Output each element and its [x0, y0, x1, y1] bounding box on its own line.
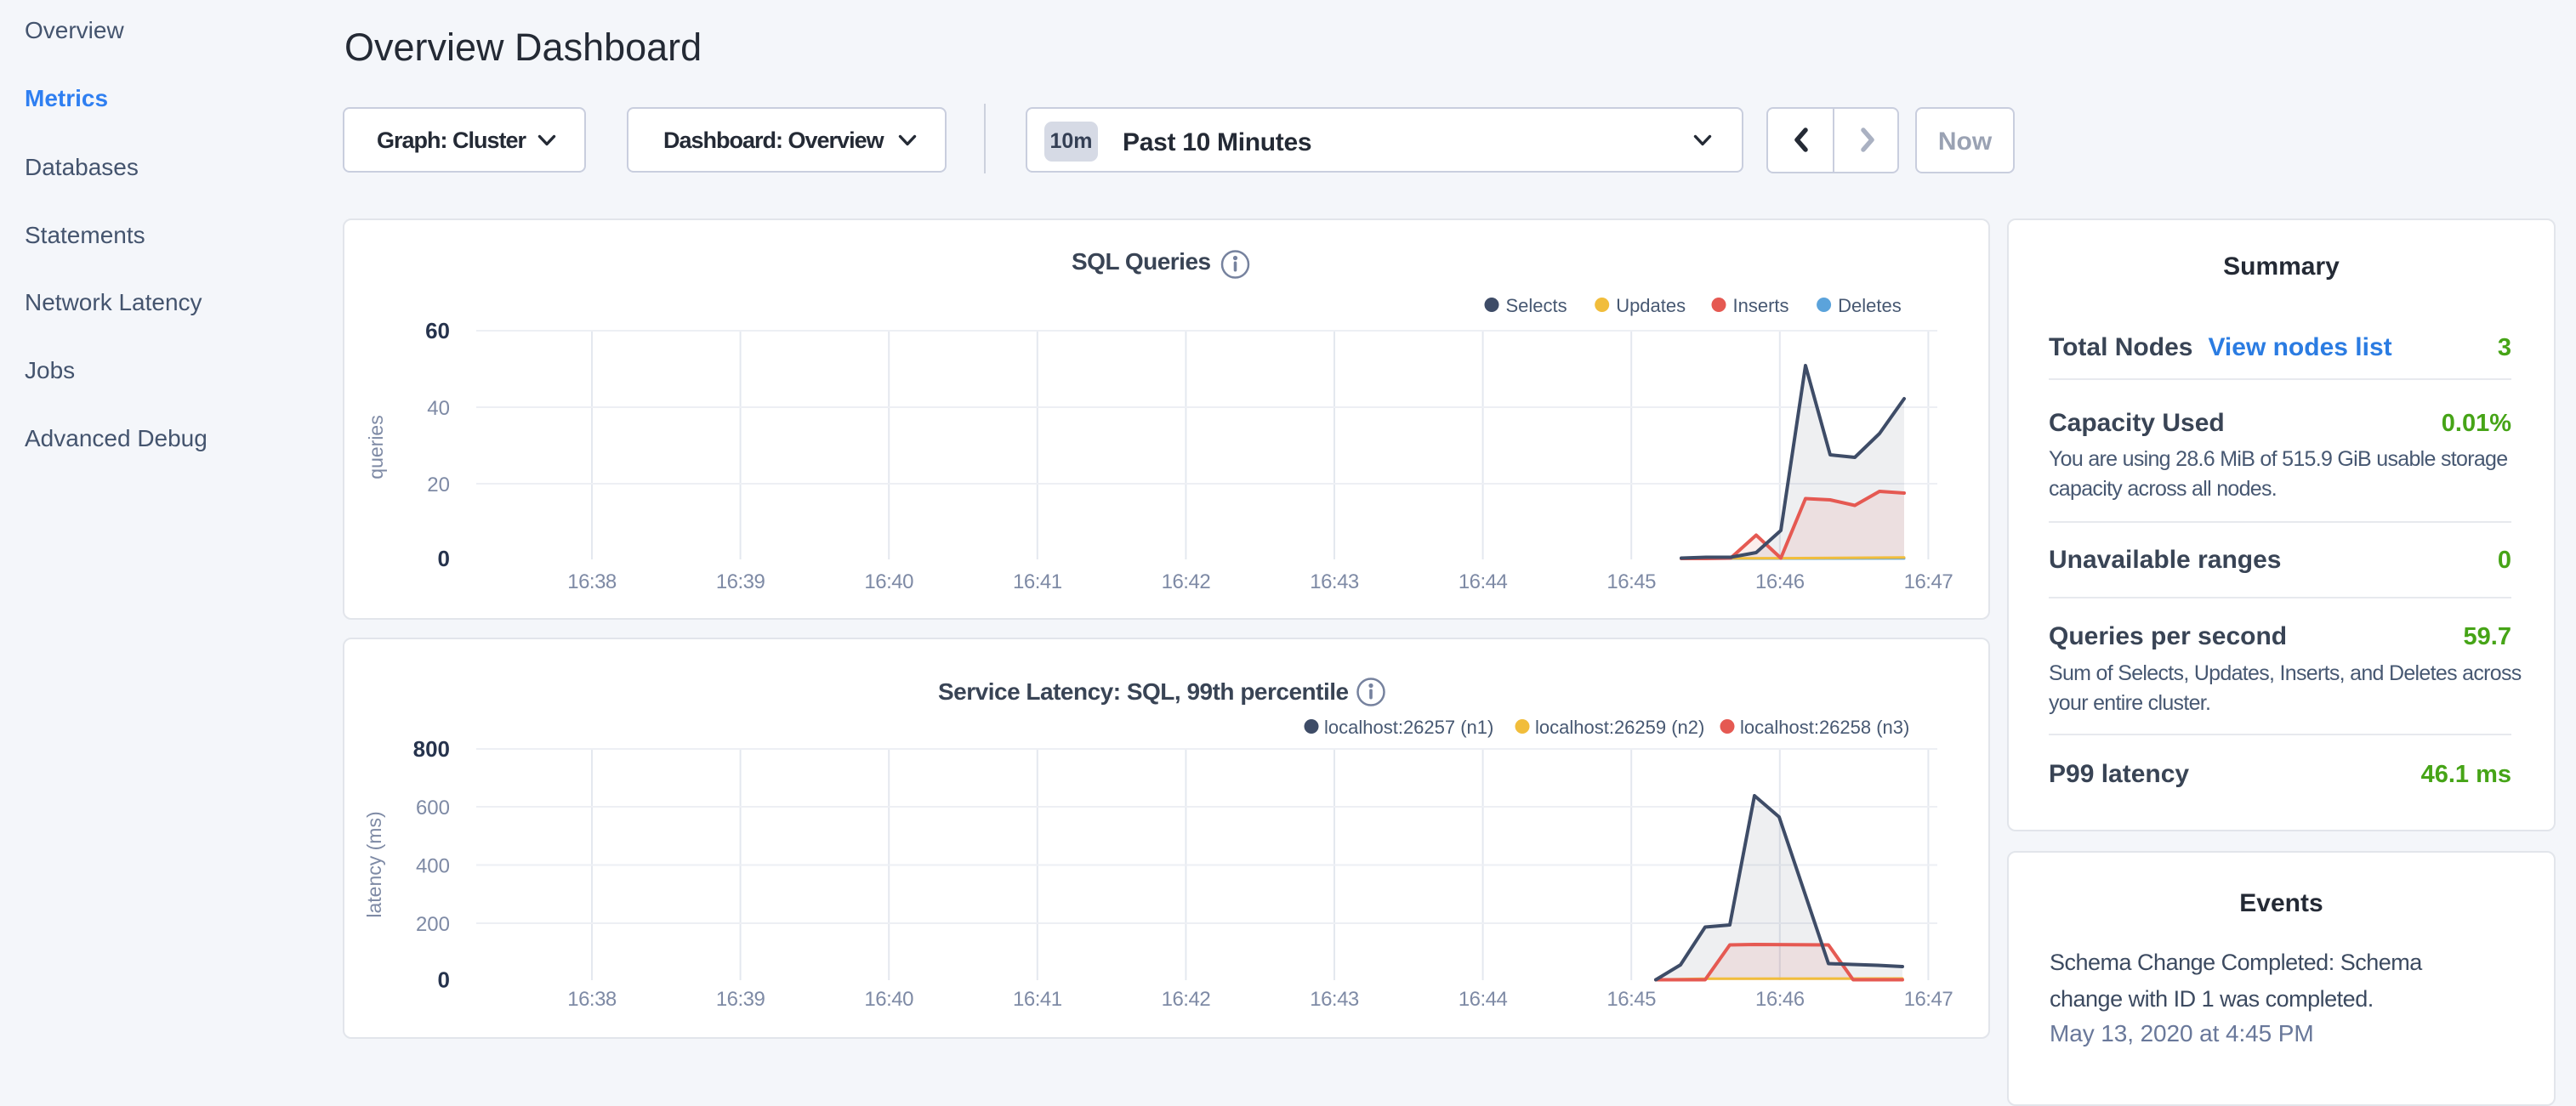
- svg-text:40: 40: [427, 397, 450, 420]
- svg-text:Service Latency: SQL, 99th per: Service Latency: SQL, 99th percentile: [938, 678, 1349, 705]
- svg-text:16:41: 16:41: [1013, 988, 1062, 1011]
- svg-text:16:42: 16:42: [1162, 988, 1211, 1011]
- svg-text:0: 0: [438, 967, 450, 993]
- svg-text:Selects: Selects: [1506, 295, 1567, 316]
- svg-text:latency (ms): latency (ms): [363, 811, 385, 917]
- svg-text:16:44: 16:44: [1459, 570, 1508, 593]
- svg-text:localhost:26259 (n2): localhost:26259 (n2): [1535, 717, 1704, 738]
- svg-text:16:41: 16:41: [1013, 570, 1062, 593]
- svg-text:16:40: 16:40: [864, 570, 913, 593]
- svg-text:16:38: 16:38: [567, 570, 617, 593]
- svg-text:16:40: 16:40: [864, 988, 913, 1011]
- svg-text:16:46: 16:46: [1755, 988, 1805, 1011]
- svg-text:800: 800: [413, 736, 450, 762]
- svg-text:0: 0: [438, 546, 450, 571]
- svg-text:16:45: 16:45: [1606, 988, 1656, 1011]
- svg-text:200: 200: [416, 913, 450, 936]
- svg-text:16:47: 16:47: [1904, 570, 1953, 593]
- svg-text:Inserts: Inserts: [1733, 295, 1789, 316]
- svg-text:16:44: 16:44: [1459, 988, 1508, 1011]
- svg-text:16:39: 16:39: [716, 570, 765, 593]
- svg-text:Deletes: Deletes: [1838, 295, 1902, 316]
- svg-text:16:43: 16:43: [1310, 988, 1359, 1011]
- svg-text:16:47: 16:47: [1904, 988, 1953, 1011]
- svg-text:16:38: 16:38: [567, 988, 617, 1011]
- svg-text:60: 60: [425, 318, 450, 343]
- svg-text:SQL Queries: SQL Queries: [1072, 248, 1211, 275]
- svg-text:Updates: Updates: [1616, 295, 1686, 316]
- svg-text:20: 20: [427, 474, 450, 496]
- svg-text:localhost:26258 (n3): localhost:26258 (n3): [1740, 717, 1909, 738]
- svg-text:600: 600: [416, 797, 450, 820]
- svg-text:16:43: 16:43: [1310, 570, 1359, 593]
- svg-text:16:42: 16:42: [1162, 570, 1211, 593]
- svg-text:16:39: 16:39: [716, 988, 765, 1011]
- svg-text:localhost:26257 (n1): localhost:26257 (n1): [1324, 717, 1493, 738]
- svg-text:16:45: 16:45: [1606, 570, 1656, 593]
- svg-text:400: 400: [416, 855, 450, 878]
- svg-text:queries: queries: [365, 415, 387, 479]
- svg-text:16:46: 16:46: [1755, 570, 1805, 593]
